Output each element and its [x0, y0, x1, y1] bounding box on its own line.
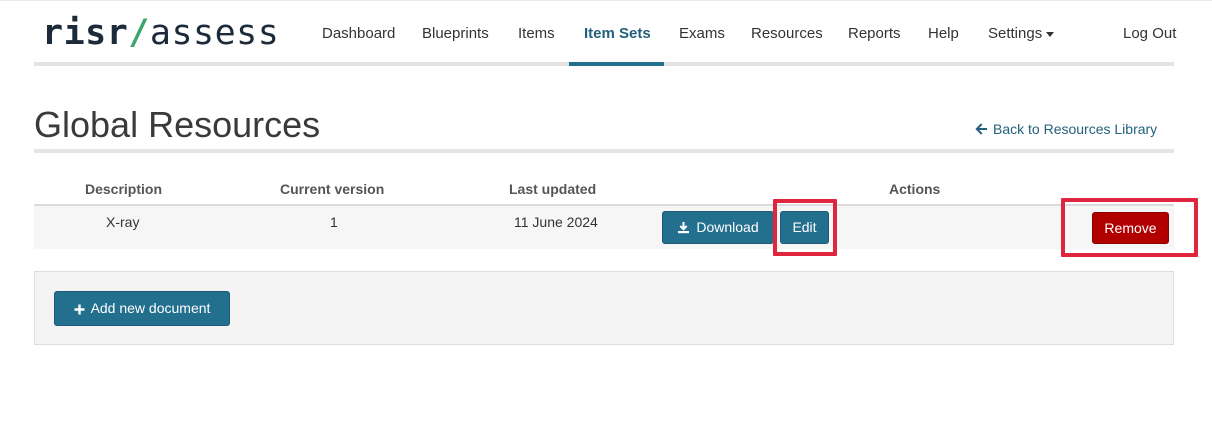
add-new-document-label: Add new document [90, 300, 211, 316]
cell-description: X-ray [106, 214, 140, 230]
nav-logout[interactable]: Log Out [1123, 1, 1176, 66]
nav-blueprints[interactable]: Blueprints [422, 1, 489, 66]
logo-brand: risr [42, 13, 129, 53]
nav-settings-label: Settings [988, 25, 1043, 42]
edit-highlight-box [773, 199, 837, 256]
nav-settings-dropdown[interactable]: Settings [988, 1, 1055, 66]
caret-down-icon [1046, 31, 1055, 37]
nav-help[interactable]: Help [928, 1, 959, 66]
nav-exams[interactable]: Exams [679, 1, 725, 66]
download-label: Download [696, 219, 759, 235]
nav-reports[interactable]: Reports [848, 1, 901, 66]
column-header-current-version: Current version [280, 181, 385, 197]
remove-highlight-box [1061, 198, 1198, 257]
plus-icon [74, 304, 85, 315]
add-document-panel: Add new document [34, 271, 1174, 345]
nav-resources[interactable]: Resources [751, 1, 823, 66]
download-button[interactable]: Download [662, 211, 774, 244]
logo-slash: / [128, 13, 150, 53]
logo-product: assess [149, 13, 280, 53]
nav-dashboard[interactable]: Dashboard [322, 1, 395, 66]
table-row [34, 206, 1174, 249]
download-icon [678, 222, 690, 234]
title-divider [34, 149, 1174, 153]
nav-item-sets[interactable]: Item Sets [584, 1, 651, 66]
column-header-description: Description [85, 181, 163, 197]
cell-last-updated: 11 June 2024 [514, 214, 598, 230]
column-header-last-updated: Last updated [509, 181, 597, 197]
nav-items[interactable]: Items [518, 1, 555, 66]
back-to-resources-library-link[interactable]: Back to Resources Library [975, 120, 1157, 138]
main-navbar: risr/assess Dashboard Blueprints Items I… [34, 1, 1176, 66]
page-title: Global Resources [34, 104, 321, 145]
back-link-label: Back to Resources Library [993, 121, 1158, 137]
column-header-actions: Actions [889, 181, 941, 197]
add-new-document-button[interactable]: Add new document [54, 291, 230, 326]
arrow-left-icon [975, 123, 987, 135]
nav-active-indicator [569, 62, 664, 66]
risr-assess-logo[interactable]: risr/assess [42, 13, 279, 53]
cell-version: 1 [330, 214, 338, 230]
